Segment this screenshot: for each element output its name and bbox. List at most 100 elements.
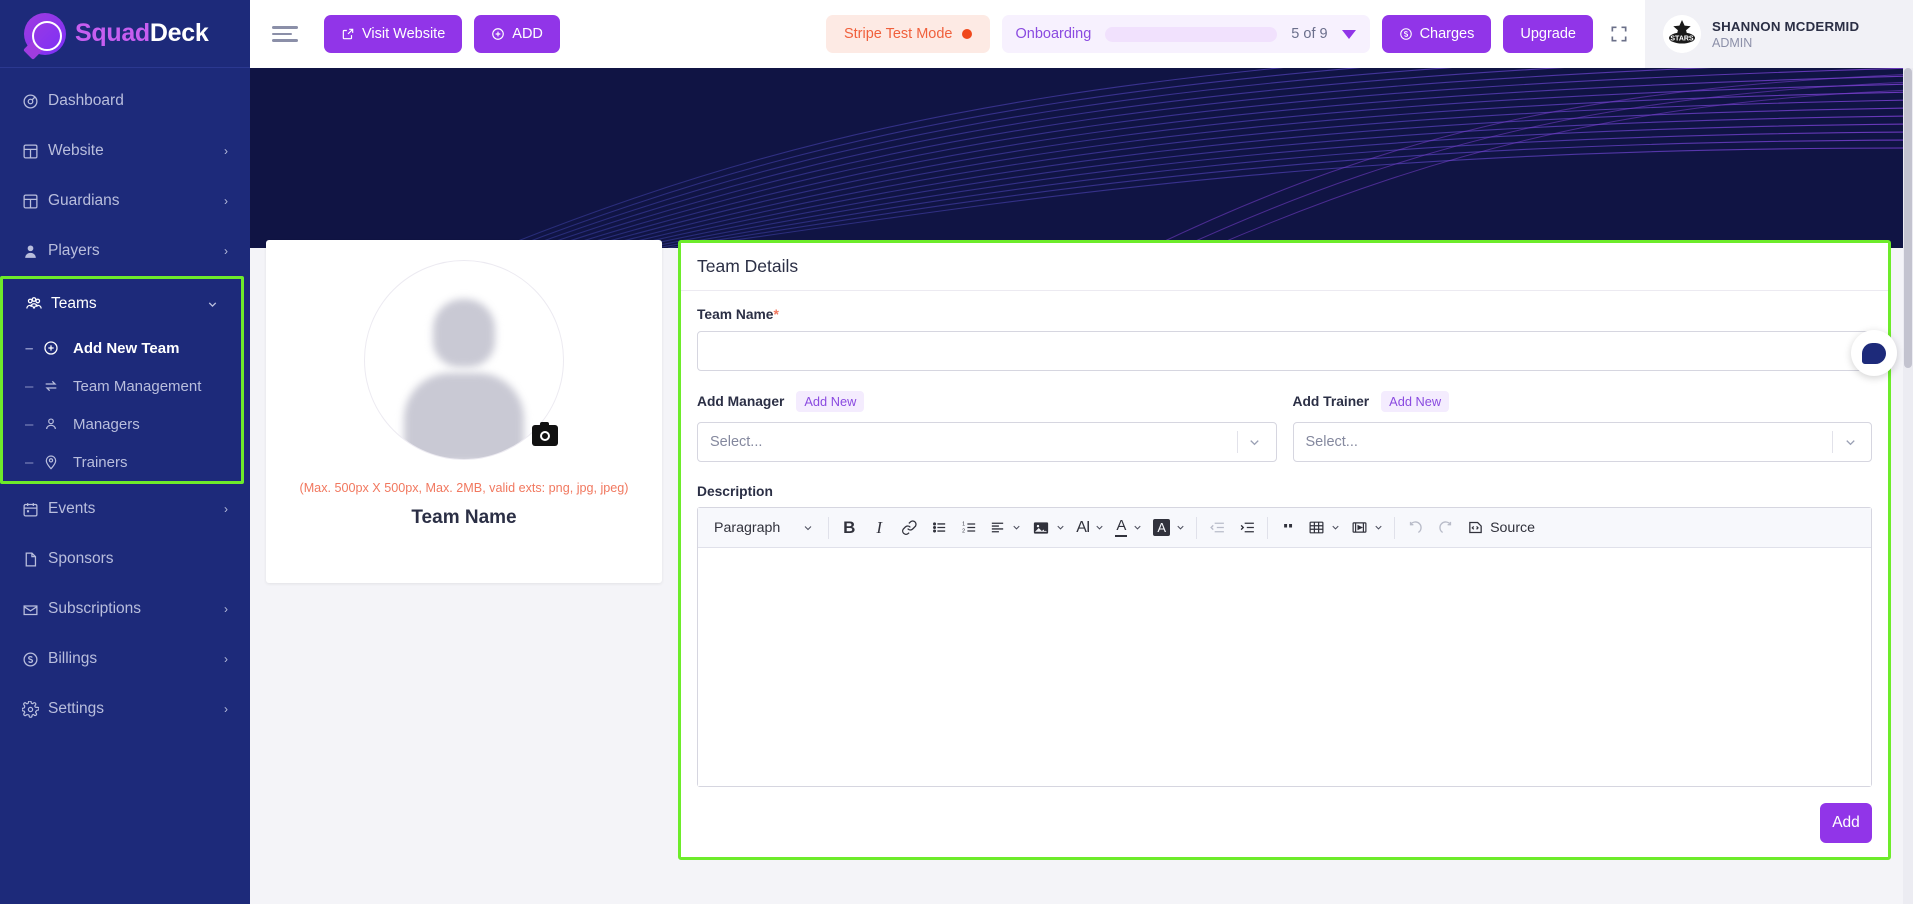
sidebar-item-sponsors[interactable]: Sponsors [0, 534, 250, 584]
onboarding-progress-widget[interactable]: Onboarding 5 of 9 [1001, 15, 1370, 53]
external-link-icon [341, 27, 355, 41]
chevron-down-icon [206, 298, 219, 311]
dash-marker: – [25, 415, 34, 433]
add-button[interactable]: ADD [474, 15, 560, 53]
sidebar-item-label: Settings [48, 700, 105, 717]
chevron-down-icon [1330, 522, 1341, 533]
chevron-down-icon[interactable] [1833, 435, 1867, 450]
caret-down-icon[interactable] [1341, 29, 1356, 39]
stripe-test-mode-label: Stripe Test Mode [843, 26, 953, 42]
paragraph-style-dropdown[interactable]: Paragraph [704, 513, 822, 543]
description-textarea[interactable] [698, 548, 1871, 786]
source-button[interactable]: Source [1461, 513, 1541, 543]
sidebar-item-events[interactable]: Events › [0, 484, 250, 534]
add-manager-group: Add Manager Add New Select... [697, 391, 1277, 462]
user-role: ADMIN [1712, 35, 1753, 50]
paragraph-style-label: Paragraph [714, 519, 781, 536]
sidebar-item-subscriptions[interactable]: Subscriptions › [0, 584, 250, 634]
add-trainer-label-row: Add Trainer Add New [1293, 391, 1873, 412]
insert-image-button[interactable] [1028, 513, 1070, 543]
decrease-indent-button[interactable] [1203, 513, 1231, 543]
charges-button[interactable]: Charges [1381, 15, 1492, 53]
redo-button[interactable] [1431, 513, 1459, 543]
add-new-trainer-button[interactable]: Add New [1381, 391, 1450, 412]
sidebar-item-label: Billings [48, 650, 98, 667]
brand-part-2: Deck [149, 19, 209, 47]
sidebar-subitem-trainers[interactable]: – Trainers [3, 443, 241, 481]
chevron-down-icon [802, 522, 814, 534]
sidebar-item-label: Teams [51, 295, 97, 312]
main-area: Visit Website ADD Stripe Test Mode Onboa… [250, 0, 1913, 904]
description-editor: Paragraph B I 1 2 AI A A Source [697, 507, 1872, 787]
add-manager-label: Add Manager [697, 394, 785, 409]
text-align-button[interactable] [985, 513, 1026, 543]
silhouette-body [404, 373, 524, 459]
sidebar-item-settings[interactable]: Settings › [0, 684, 250, 734]
team-name-preview: Team Name [411, 507, 517, 528]
upgrade-button[interactable]: Upgrade [1503, 15, 1593, 53]
brand-logo[interactable]: SquadDeck [0, 0, 250, 68]
expand-icon[interactable] [1609, 24, 1629, 44]
page-scrollbar[interactable] [1903, 68, 1913, 904]
svg-text:1: 1 [962, 521, 965, 527]
toolbar-divider [1267, 516, 1269, 539]
highlight-color-button[interactable]: A [1149, 513, 1190, 543]
editor-toolbar: Paragraph B I 1 2 AI A A Source [698, 508, 1871, 548]
user-profile-menu[interactable]: STARS SHANNON MCDERMID ADMIN [1645, 0, 1913, 68]
user-icon [22, 243, 48, 260]
sidebar-item-teams[interactable]: Teams [3, 279, 241, 329]
sidebar-item-guardians[interactable]: Guardians › [0, 176, 250, 226]
chevron-right-icon: › [224, 702, 228, 716]
sidebar-item-website[interactable]: Website › [0, 126, 250, 176]
bold-button[interactable]: B [835, 513, 863, 543]
submit-add-button[interactable]: Add [1820, 803, 1872, 843]
italic-button[interactable]: I [865, 513, 893, 543]
numbered-list-button[interactable]: 12 [955, 513, 983, 543]
chevron-right-icon: › [224, 194, 228, 208]
envelope-icon [22, 601, 48, 618]
team-name-input[interactable] [697, 331, 1872, 371]
hamburger-icon[interactable] [272, 22, 298, 46]
increase-indent-button[interactable] [1233, 513, 1261, 543]
link-button[interactable] [895, 513, 923, 543]
insert-media-button[interactable] [1347, 513, 1388, 543]
font-size-button[interactable]: AI [1072, 513, 1109, 543]
undo-button[interactable] [1401, 513, 1429, 543]
sidebar-subitem-label: Managers [73, 415, 140, 433]
form-header: Team Details [681, 243, 1888, 291]
manager-select[interactable]: Select... [697, 422, 1277, 462]
dash-marker: – [25, 339, 34, 357]
font-size-glyph: AI [1076, 518, 1090, 536]
sidebar-subitem-team-management[interactable]: – Team Management [3, 367, 241, 405]
sidebar-item-dashboard[interactable]: Dashboard [0, 76, 250, 126]
sidebar-subitem-managers[interactable]: – Managers [3, 405, 241, 443]
team-name-field-group: Team Name* [697, 307, 1872, 371]
chevron-down-icon [1094, 522, 1105, 533]
bulleted-list-button[interactable] [925, 513, 953, 543]
chevron-down-icon [1055, 522, 1066, 533]
camera-lens [540, 430, 550, 441]
chevron-down-icon [1175, 522, 1186, 533]
onboarding-progress-bar [1105, 26, 1278, 42]
sidebar-item-players[interactable]: Players › [0, 226, 250, 276]
chevron-down-icon[interactable] [1238, 435, 1272, 450]
trainer-select[interactable]: Select... [1292, 422, 1872, 462]
coin-icon [1399, 27, 1413, 41]
chat-widget-button[interactable] [1851, 330, 1897, 376]
block-quote-button[interactable] [1274, 513, 1302, 543]
sidebar-subitem-label: Team Management [73, 377, 202, 395]
add-new-manager-button[interactable]: Add New [796, 391, 865, 412]
team-avatar-uploader[interactable] [364, 260, 564, 460]
chevron-down-icon [1373, 522, 1384, 533]
status-dot-icon [961, 29, 972, 39]
user-outline-icon [43, 416, 65, 432]
camera-icon[interactable] [532, 422, 558, 446]
scrollbar-thumb[interactable] [1904, 68, 1912, 368]
sidebar-subitem-add-new-team[interactable]: – Add New Team [3, 329, 241, 367]
insert-table-button[interactable] [1304, 513, 1345, 543]
stars-team-logo-icon: STARS [1663, 15, 1701, 53]
visit-website-button[interactable]: Visit Website [324, 15, 463, 53]
font-color-button[interactable]: A [1111, 513, 1147, 543]
sidebar-item-billings[interactable]: Billings › [0, 634, 250, 684]
dash-marker: – [25, 453, 34, 471]
